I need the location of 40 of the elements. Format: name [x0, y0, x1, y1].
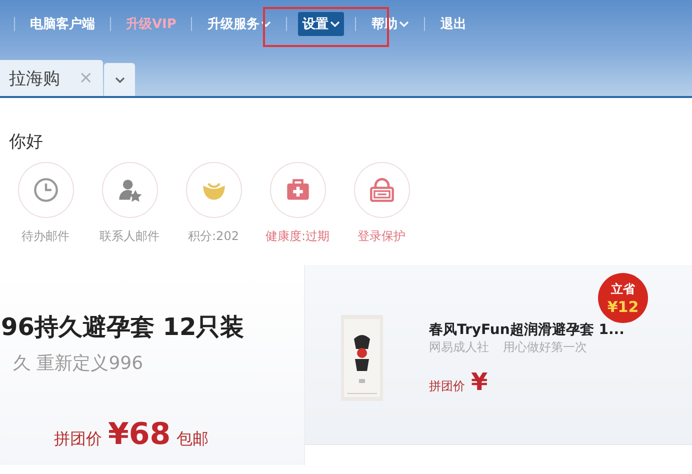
badge-amount: ¥12	[607, 298, 639, 316]
menu-link[interactable]: 设置	[298, 12, 344, 36]
shortcut-button[interactable]	[270, 162, 326, 218]
menu-link[interactable]: 电脑客户端	[26, 12, 99, 36]
shortcut-button[interactable]	[354, 162, 410, 218]
menu-link[interactable]: 升级服务	[203, 12, 276, 36]
shortcut-label[interactable]: 积分:202	[188, 228, 239, 245]
price-label: 拼团价	[54, 429, 102, 450]
close-button[interactable]: ×	[78, 68, 93, 88]
shortcut-label[interactable]: 待办邮件	[22, 228, 70, 245]
product-subtitle: 用心做好第一次	[503, 339, 587, 356]
chevron-icon	[399, 21, 410, 27]
lock-icon	[368, 177, 394, 203]
product-subtitle: 网易成人社	[429, 339, 489, 356]
greeting-text: 你好	[9, 131, 44, 154]
shortcut-button[interactable]	[186, 162, 242, 218]
shortcut-button[interactable]	[102, 162, 158, 218]
person-star-icon	[116, 177, 142, 203]
tab[interactable]: 拉海购 ×	[0, 60, 103, 96]
product-title[interactable]: 春风TryFun超润滑避孕套 1...	[429, 321, 624, 339]
price: ¥	[471, 368, 488, 396]
shortcut-label[interactable]: 登录保护	[358, 228, 406, 245]
product-subtitle: 久 重新定义996	[13, 352, 144, 375]
tab-label[interactable]: 拉海购	[9, 66, 60, 90]
chevron-icon	[261, 21, 272, 27]
price-label: 拼团价	[429, 378, 465, 395]
menu-link[interactable]: 升级VIP	[122, 12, 180, 36]
chevron-icon	[114, 76, 124, 82]
tab-menu-button[interactable]	[104, 63, 135, 96]
shipping-note: 包邮	[176, 429, 209, 450]
first-aid-kit-icon	[284, 177, 310, 203]
chevron-icon	[330, 21, 340, 27]
product-title[interactable]: 96持久避孕套 12只装	[1, 311, 304, 343]
clock-icon	[32, 177, 58, 203]
shortcut-label[interactable]: 联系人邮件	[100, 228, 160, 245]
price: ¥68	[108, 417, 171, 452]
shortcut-label[interactable]: 健康度:过期	[265, 228, 330, 245]
shortcut-button[interactable]	[18, 162, 74, 218]
badge-label: 立省	[611, 280, 635, 298]
menu-link[interactable]: 退出	[436, 12, 470, 36]
